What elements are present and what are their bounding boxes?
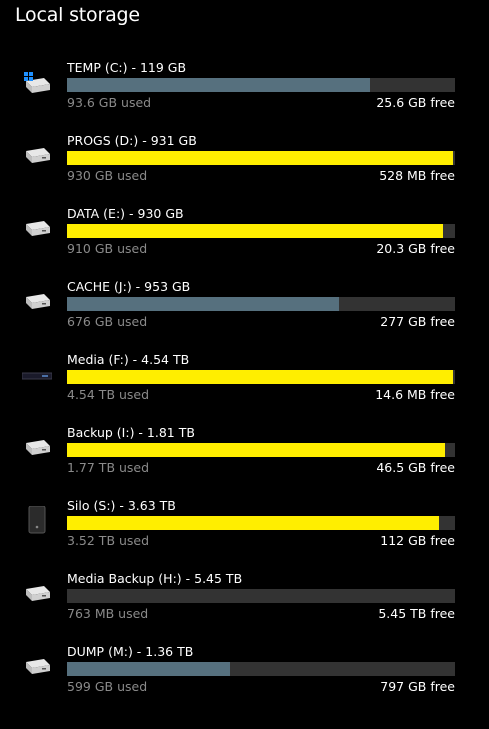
used-space-label: 910 GB used <box>67 241 148 256</box>
hard-drive-icon <box>22 218 52 240</box>
usage-bar <box>67 370 455 384</box>
usage-bar-fill <box>67 443 446 457</box>
usage-bar-fill <box>67 224 444 238</box>
drive-item[interactable]: PROGS (D:) - 931 GB 930 GB used 528 MB fre… <box>0 133 489 205</box>
usage-bar <box>67 662 455 676</box>
drive-item[interactable]: Silo (S:) - 3.63 TB 3.52 TB used 112 GB fr… <box>0 498 489 570</box>
page-title: Local storage <box>15 4 140 26</box>
drive-item[interactable]: DATA (E:) - 930 GB 910 GB used 20.3 GB fre… <box>0 206 489 278</box>
drive-item[interactable]: DUMP (M:) - 1.36 TB 599 GB used 797 GB fre… <box>0 644 489 716</box>
usage-bar-fill <box>67 151 454 165</box>
free-space-label: 46.5 GB free <box>376 460 455 475</box>
free-space-label: 20.3 GB free <box>376 241 455 256</box>
used-space-label: 763 MB used <box>67 606 149 621</box>
free-space-label: 112 GB free <box>380 533 455 548</box>
drive-name: DATA (E:) - 930 GB <box>67 206 184 221</box>
usage-bar <box>67 516 455 530</box>
drive-item[interactable]: Media Backup (H:) - 5.45 TB 763 MB used 5.… <box>0 571 489 643</box>
usage-bar-fill <box>67 297 339 311</box>
used-space-label: 4.54 TB used <box>67 387 150 402</box>
drive-item[interactable]: Media (F:) - 4.54 TB 4.54 TB used 14.6 MB … <box>0 352 489 424</box>
hard-drive-icon <box>22 437 52 459</box>
used-space-label: 599 GB used <box>67 679 148 694</box>
usage-bar <box>67 78 455 92</box>
drive-name: Media (F:) - 4.54 TB <box>67 352 190 367</box>
drive-name: Media Backup (H:) - 5.45 TB <box>67 571 243 586</box>
usage-bar-fill <box>67 370 454 384</box>
usage-bar <box>67 297 455 311</box>
used-space-label: 930 GB used <box>67 168 148 183</box>
drive-name: PROGS (D:) - 931 GB <box>67 133 197 148</box>
free-space-label: 528 MB free <box>379 168 455 183</box>
drive-item[interactable]: Backup (I:) - 1.81 TB 1.77 TB used 46.5 GB… <box>0 425 489 497</box>
free-space-label: 797 GB free <box>380 679 455 694</box>
drive-name: TEMP (C:) - 119 GB <box>67 60 187 75</box>
external-drive-icon <box>22 506 52 534</box>
network-drive-icon <box>22 364 52 386</box>
free-space-label: 5.45 TB free <box>378 606 455 621</box>
free-space-label: 14.6 MB free <box>375 387 455 402</box>
usage-bar-fill <box>67 662 230 676</box>
drive-name: CACHE (J:) - 953 GB <box>67 279 191 294</box>
free-space-label: 25.6 GB free <box>376 95 455 110</box>
hard-drive-icon <box>22 583 52 605</box>
usage-bar <box>67 443 455 457</box>
usage-bar-fill <box>67 78 370 92</box>
drive-name: DUMP (M:) - 1.36 TB <box>67 644 194 659</box>
used-space-label: 676 GB used <box>67 314 148 329</box>
usage-bar <box>67 224 455 238</box>
hard-drive-icon <box>22 291 52 313</box>
windows-drive-icon <box>22 72 52 94</box>
usage-bar-fill <box>67 516 440 530</box>
used-space-label: 3.52 TB used <box>67 533 150 548</box>
drive-name: Silo (S:) - 3.63 TB <box>67 498 176 513</box>
usage-bar <box>67 151 455 165</box>
used-space-label: 1.77 TB used <box>67 460 150 475</box>
hard-drive-icon <box>22 145 52 167</box>
hard-drive-icon <box>22 656 52 678</box>
drive-item[interactable]: CACHE (J:) - 953 GB 676 GB used 277 GB fre… <box>0 279 489 351</box>
drive-name: Backup (I:) - 1.81 TB <box>67 425 195 440</box>
free-space-label: 277 GB free <box>380 314 455 329</box>
used-space-label: 93.6 GB used <box>67 95 152 110</box>
usage-bar <box>67 589 455 603</box>
drive-item[interactable]: TEMP (C:) - 119 GB 93.6 GB used 25.6 GB fr… <box>0 60 489 132</box>
